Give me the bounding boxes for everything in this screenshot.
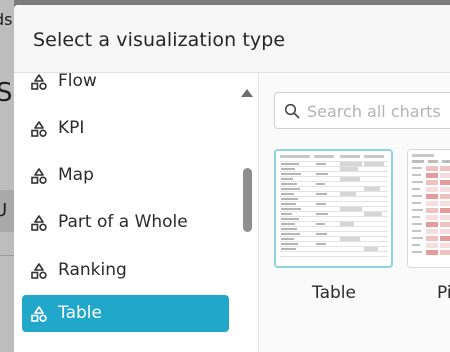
category-item-flow[interactable]: Flow bbox=[22, 73, 229, 100]
chart-search[interactable] bbox=[274, 92, 450, 129]
modal-title: Select a visualization type bbox=[33, 29, 286, 51]
category-item-part-of-a-whole[interactable]: Part of a Whole bbox=[22, 204, 229, 241]
shapes-icon bbox=[31, 263, 47, 279]
background-divider bbox=[0, 255, 14, 256]
category-label: Ranking bbox=[58, 260, 127, 280]
shapes-icon bbox=[31, 121, 47, 137]
category-label: Map bbox=[58, 165, 94, 185]
scroll-up-arrow[interactable] bbox=[241, 89, 253, 97]
table-thumbnail-icon bbox=[276, 151, 391, 266]
background-text-row: U bbox=[0, 200, 8, 221]
background-text-heading: S bbox=[0, 78, 13, 108]
modal-header: Select a visualization type bbox=[14, 5, 450, 73]
shapes-icon bbox=[31, 74, 47, 90]
chart-gallery: Table bbox=[260, 73, 450, 352]
category-list[interactable]: Flow KPI Map Part of a Whole Ranking Tab… bbox=[14, 73, 259, 352]
background-app: ds S U bbox=[0, 0, 14, 352]
shapes-icon bbox=[31, 168, 47, 184]
chart-card-table[interactable] bbox=[274, 149, 393, 268]
search-input[interactable] bbox=[307, 99, 450, 123]
chart-card-pivot[interactable] bbox=[407, 149, 450, 268]
category-item-ranking[interactable]: Ranking bbox=[22, 252, 229, 289]
category-label: Table bbox=[58, 303, 102, 323]
shapes-icon bbox=[31, 306, 47, 322]
category-label: Part of a Whole bbox=[58, 212, 188, 232]
pivot-thumbnail-icon bbox=[408, 150, 450, 267]
background-text-top: ds bbox=[0, 10, 13, 29]
visualization-type-modal: Select a visualization type Flow KPI Map… bbox=[14, 5, 450, 352]
category-label: KPI bbox=[58, 118, 85, 138]
category-item-map[interactable]: Map bbox=[22, 157, 229, 194]
category-item-table[interactable]: Table bbox=[22, 295, 229, 332]
scrollbar-thumb[interactable] bbox=[243, 168, 252, 232]
category-label: Flow bbox=[58, 73, 97, 91]
search-icon bbox=[284, 103, 300, 119]
chart-card-label-pivot: Pivot bbox=[437, 283, 450, 303]
shapes-icon bbox=[31, 215, 47, 231]
chart-card-label-table: Table bbox=[312, 283, 356, 303]
category-item-kpi[interactable]: KPI bbox=[22, 110, 229, 147]
